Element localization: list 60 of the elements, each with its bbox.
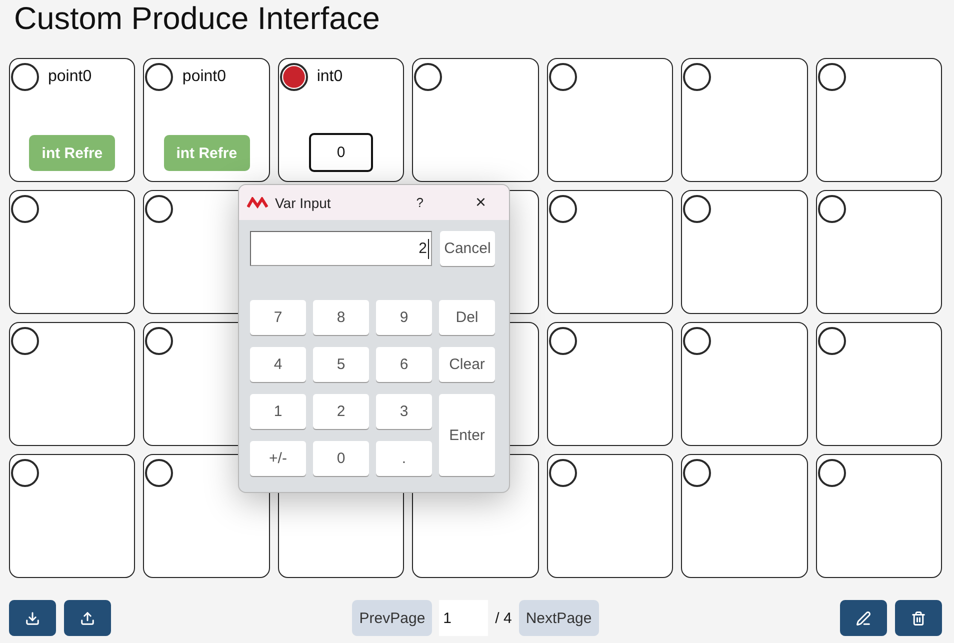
radio-button[interactable] [280, 62, 308, 90]
radio-button[interactable] [548, 326, 577, 354]
keypad-key[interactable]: 9 [376, 300, 432, 335]
radio-button[interactable] [145, 326, 174, 354]
radio-button[interactable] [818, 62, 846, 90]
radio-button[interactable] [414, 62, 442, 90]
keypad-key[interactable]: 1 [250, 394, 306, 429]
keypad-key[interactable]: 8 [313, 300, 369, 335]
radio-button[interactable] [145, 194, 174, 222]
keypad-key[interactable]: Enter [439, 394, 495, 476]
page-field[interactable]: 1 [439, 600, 488, 636]
card-label: point0 [182, 68, 226, 86]
radio-button[interactable] [548, 458, 577, 486]
radio-button[interactable] [683, 62, 712, 90]
keypad-key[interactable]: Clear [439, 347, 495, 382]
keypad-key[interactable]: . [376, 441, 432, 476]
radio-button[interactable] [683, 194, 712, 222]
dialog-title: Var Input [275, 194, 332, 210]
radio-button[interactable] [818, 194, 846, 222]
help-button[interactable]: ? [412, 195, 428, 210]
download-icon [25, 610, 40, 626]
edit-button[interactable] [840, 600, 887, 636]
keypad-key[interactable]: 3 [376, 394, 432, 429]
keypad-key[interactable]: 0 [313, 441, 369, 476]
cancel-button[interactable]: Cancel [440, 231, 495, 266]
close-button[interactable]: × [471, 192, 490, 213]
keypad-key[interactable]: 4 [250, 347, 306, 382]
card-label: point0 [48, 68, 92, 86]
keypad-key[interactable]: 6 [376, 347, 432, 382]
radio-button[interactable] [683, 458, 712, 486]
radio-button[interactable] [11, 458, 39, 486]
radio-button[interactable] [11, 194, 39, 222]
page-title: Custom Produce Interface [13, 0, 380, 38]
radio-button[interactable] [818, 326, 846, 354]
card-label: int0 [316, 68, 343, 86]
radio-button[interactable] [11, 62, 39, 90]
radio-button[interactable] [818, 458, 846, 486]
download-button[interactable] [9, 600, 56, 636]
upload-button[interactable] [64, 600, 111, 636]
keypad-key[interactable]: Del [439, 300, 495, 335]
trash-icon [911, 610, 926, 626]
next-page-button[interactable]: NextPage [518, 600, 599, 636]
keypad-key[interactable]: 2 [313, 394, 369, 429]
radio-button[interactable] [11, 326, 39, 354]
keypad-key[interactable]: 7 [250, 300, 306, 335]
keypad-key[interactable]: +/- [250, 441, 306, 476]
value-field[interactable]: 0 [309, 133, 374, 172]
radio-button[interactable] [145, 62, 174, 90]
delete-button[interactable] [895, 600, 942, 636]
pen-icon [856, 610, 871, 626]
logo-icon [247, 196, 268, 208]
radio-button[interactable] [145, 458, 174, 486]
upload-icon [80, 610, 95, 626]
prev-page-button[interactable]: PrevPage [352, 600, 432, 636]
page-total: / 4 [495, 610, 512, 626]
keypad-key[interactable]: 5 [313, 347, 369, 382]
input-field[interactable]: 2 [250, 231, 432, 266]
radio-button[interactable] [548, 194, 577, 222]
radio-button[interactable] [683, 326, 712, 354]
radio-button[interactable] [548, 62, 577, 90]
